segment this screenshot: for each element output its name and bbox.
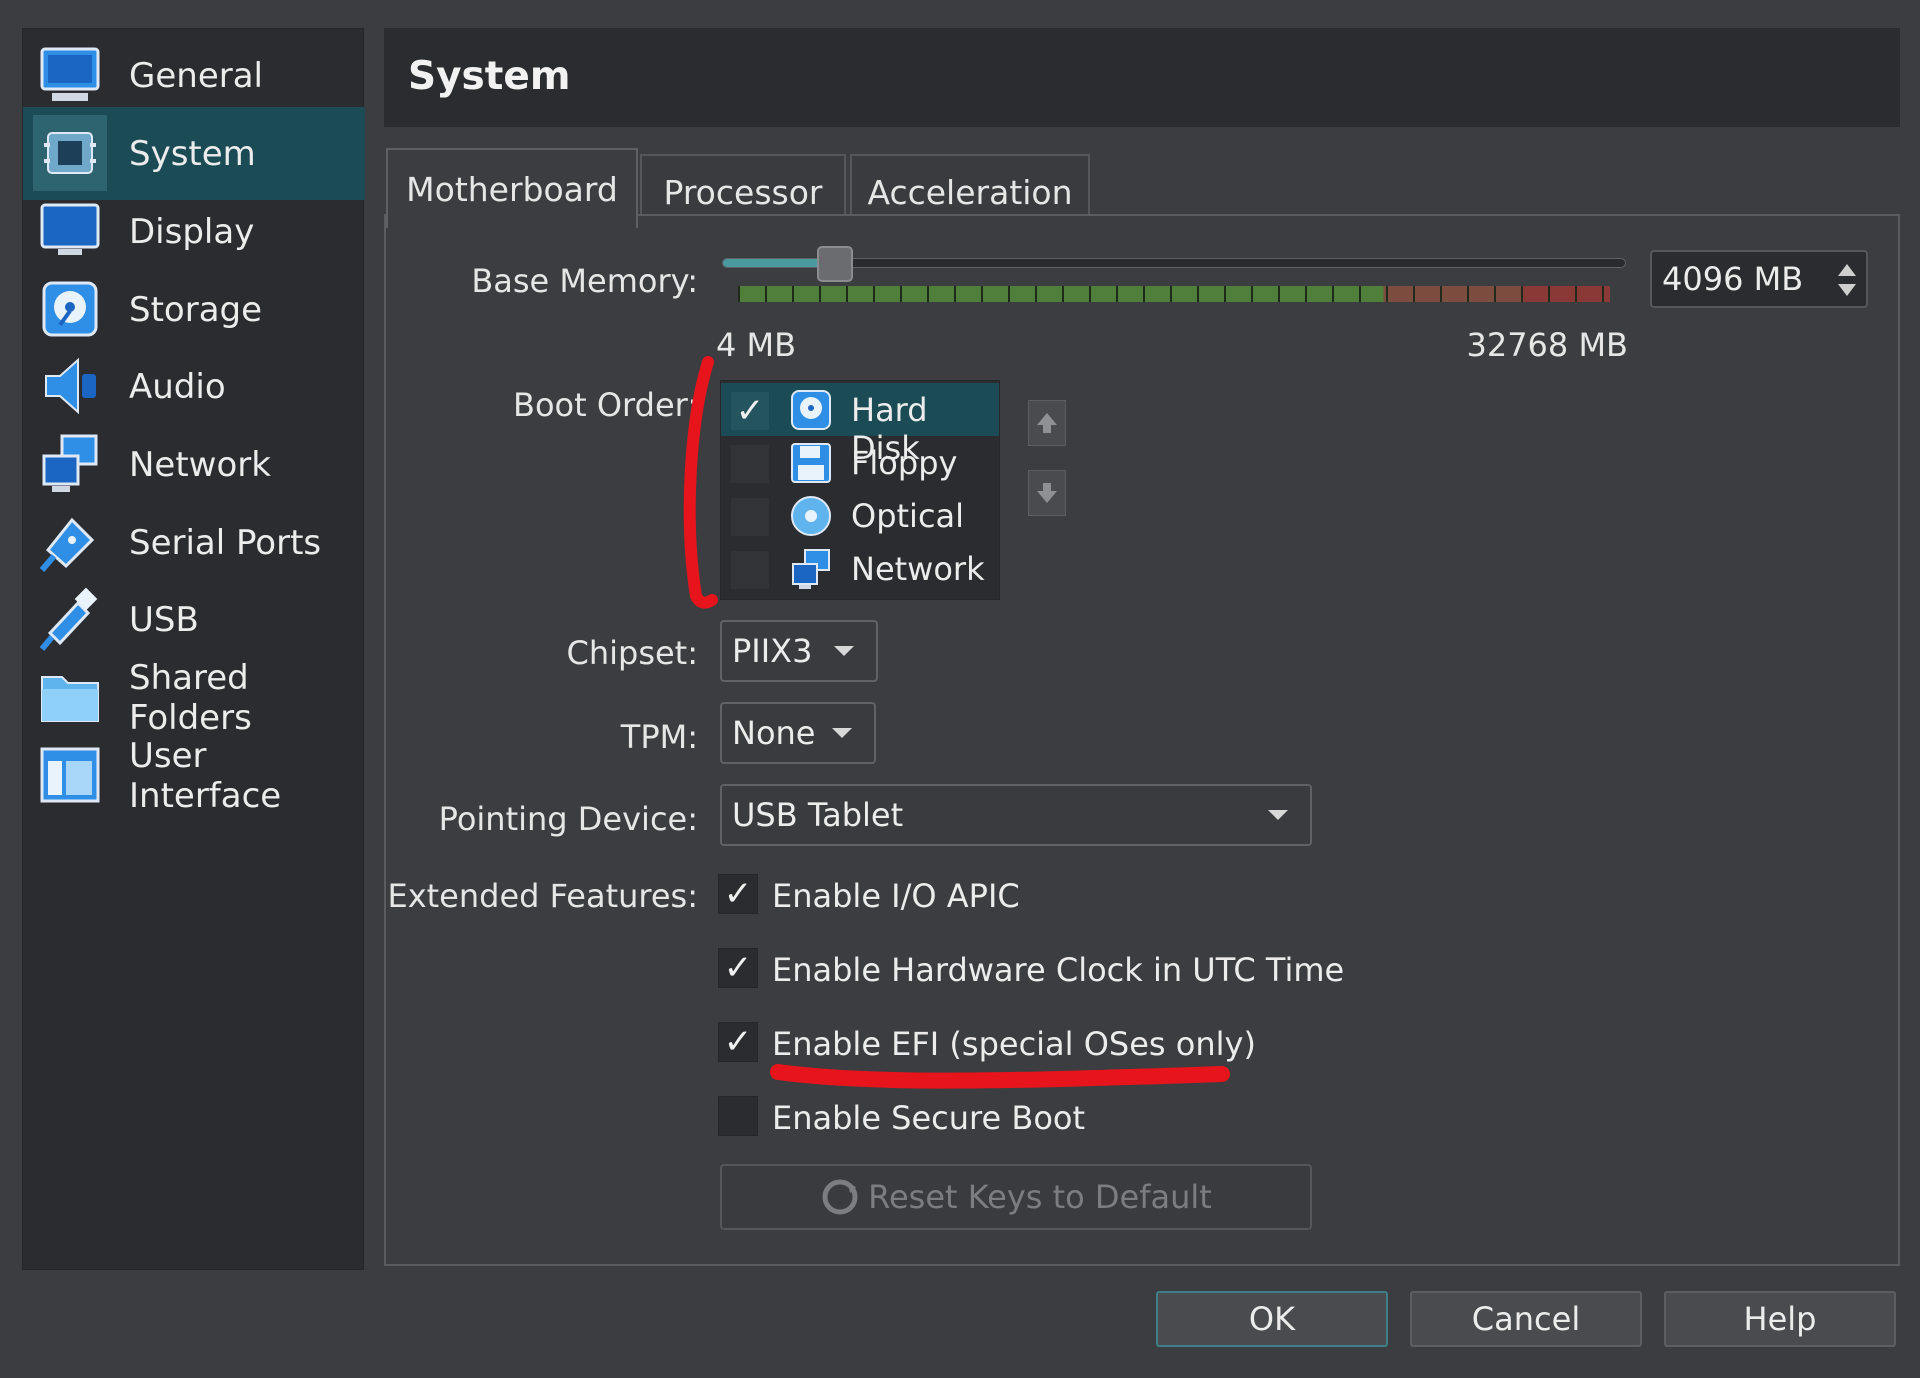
boot-item-label: Floppy bbox=[851, 444, 958, 482]
button-label: Help bbox=[1743, 1300, 1817, 1338]
monitor-icon bbox=[33, 37, 107, 113]
boot-order-label: Boot Order: bbox=[513, 386, 698, 424]
chipset-label: Chipset: bbox=[566, 634, 698, 672]
hard-disk-icon bbox=[789, 388, 833, 432]
boot-item-label: Network bbox=[851, 550, 985, 588]
chevron-down-icon bbox=[1268, 810, 1288, 820]
boot-order-list[interactable]: ✓ Hard Disk Floppy Optical Network bbox=[720, 380, 1000, 600]
memory-max-label: 32768 MB bbox=[1466, 326, 1628, 364]
cancel-button[interactable]: Cancel bbox=[1410, 1291, 1642, 1347]
optical-disc-icon bbox=[789, 494, 833, 538]
usb-icon bbox=[33, 581, 107, 657]
sidebar-item-user-interface[interactable]: User Interface bbox=[23, 729, 365, 822]
network-icon bbox=[789, 547, 833, 591]
move-up-button[interactable] bbox=[1028, 400, 1066, 446]
list-item[interactable]: Floppy bbox=[721, 436, 999, 489]
pointing-device-value: USB Tablet bbox=[732, 796, 904, 834]
arrow-up-icon bbox=[1037, 413, 1057, 433]
secure-boot-checkbox[interactable] bbox=[718, 1096, 758, 1136]
network-icon bbox=[33, 426, 107, 502]
boot-floppy-checkbox[interactable] bbox=[731, 445, 769, 483]
tpm-select[interactable]: None bbox=[720, 702, 876, 764]
tab-motherboard[interactable]: Motherboard bbox=[386, 148, 638, 228]
sidebar-item-label: General bbox=[129, 55, 263, 96]
utc-clock-checkbox[interactable]: ✓ bbox=[718, 948, 758, 988]
window-layout-icon bbox=[33, 737, 107, 813]
move-down-button[interactable] bbox=[1028, 470, 1066, 516]
list-item[interactable]: ✓ Hard Disk bbox=[721, 383, 999, 467]
floppy-icon bbox=[789, 441, 833, 485]
memory-scale bbox=[738, 286, 1610, 302]
tab-label: Acceleration bbox=[867, 172, 1073, 212]
sidebar-item-label: Network bbox=[129, 444, 271, 485]
reset-keys-label: Reset Keys to Default bbox=[868, 1178, 1212, 1216]
boot-hard-disk-checkbox[interactable]: ✓ bbox=[731, 391, 769, 431]
folder-icon bbox=[33, 659, 107, 735]
spin-arrows[interactable] bbox=[1834, 258, 1860, 302]
button-label: Cancel bbox=[1471, 1300, 1581, 1338]
io-apic-checkbox[interactable]: ✓ bbox=[718, 874, 758, 914]
memory-min-label: 4 MB bbox=[716, 326, 797, 364]
base-memory-spinbox[interactable]: 4096 MB bbox=[1650, 250, 1868, 308]
boot-item-label: Optical bbox=[851, 497, 965, 535]
settings-sidebar: General System Display Storage Audio Net… bbox=[22, 28, 365, 1270]
chipset-select[interactable]: PIIX3 bbox=[720, 620, 878, 682]
utc-clock-label: Enable Hardware Clock in UTC Time bbox=[772, 951, 1345, 989]
sidebar-item-label: USB bbox=[129, 599, 199, 640]
ok-button[interactable]: OK bbox=[1156, 1291, 1388, 1347]
tab-label: Motherboard bbox=[406, 169, 618, 209]
storage-disk-icon bbox=[33, 271, 107, 347]
list-item[interactable]: Optical bbox=[721, 489, 999, 542]
arrow-down-icon bbox=[1037, 483, 1057, 503]
speaker-icon bbox=[33, 348, 107, 424]
pointing-device-label: Pointing Device: bbox=[438, 800, 698, 838]
secure-boot-label: Enable Secure Boot bbox=[772, 1099, 1086, 1137]
list-item[interactable]: Network bbox=[721, 542, 999, 595]
sidebar-item-label: System bbox=[129, 133, 256, 174]
chipset-value: PIIX3 bbox=[732, 632, 813, 670]
base-memory-slider[interactable] bbox=[722, 258, 1626, 268]
base-memory-label: Base Memory: bbox=[471, 262, 698, 300]
efi-label: Enable EFI (special OSes only) bbox=[772, 1025, 1256, 1063]
display-icon bbox=[33, 193, 107, 269]
sidebar-item-label: Serial Ports bbox=[129, 522, 322, 563]
io-apic-label: Enable I/O APIC bbox=[772, 877, 1020, 915]
sidebar-item-label: Shared Folders bbox=[129, 657, 252, 738]
reset-keys-button[interactable]: Reset Keys to Default bbox=[720, 1164, 1312, 1230]
sidebar-item-label: Audio bbox=[129, 366, 226, 407]
chip-icon bbox=[33, 115, 107, 191]
efi-checkbox[interactable]: ✓ bbox=[718, 1022, 758, 1062]
page-title: System bbox=[408, 54, 571, 99]
extended-features-label: Extended Features: bbox=[387, 877, 698, 915]
page-header: System bbox=[384, 28, 1900, 127]
refresh-icon bbox=[822, 1179, 858, 1215]
tpm-value: None bbox=[732, 714, 816, 752]
sidebar-item-label: User Interface bbox=[129, 735, 282, 816]
button-label: OK bbox=[1248, 1300, 1296, 1338]
base-memory-value: 4096 MB bbox=[1662, 260, 1804, 298]
serial-plug-icon bbox=[33, 504, 107, 580]
boot-network-checkbox[interactable] bbox=[731, 551, 769, 589]
sidebar-item-label: Display bbox=[129, 211, 255, 252]
slider-handle[interactable] bbox=[817, 246, 853, 282]
chevron-down-icon bbox=[832, 728, 852, 738]
pointing-device-select[interactable]: USB Tablet bbox=[720, 784, 1312, 846]
chevron-down-icon bbox=[834, 646, 854, 656]
tab-label: Processor bbox=[663, 172, 823, 212]
tpm-label: TPM: bbox=[620, 718, 698, 756]
boot-optical-checkbox[interactable] bbox=[731, 498, 769, 536]
motherboard-panel bbox=[384, 214, 1900, 1266]
sidebar-item-label: Storage bbox=[129, 289, 263, 330]
help-button[interactable]: Help bbox=[1664, 1291, 1896, 1347]
